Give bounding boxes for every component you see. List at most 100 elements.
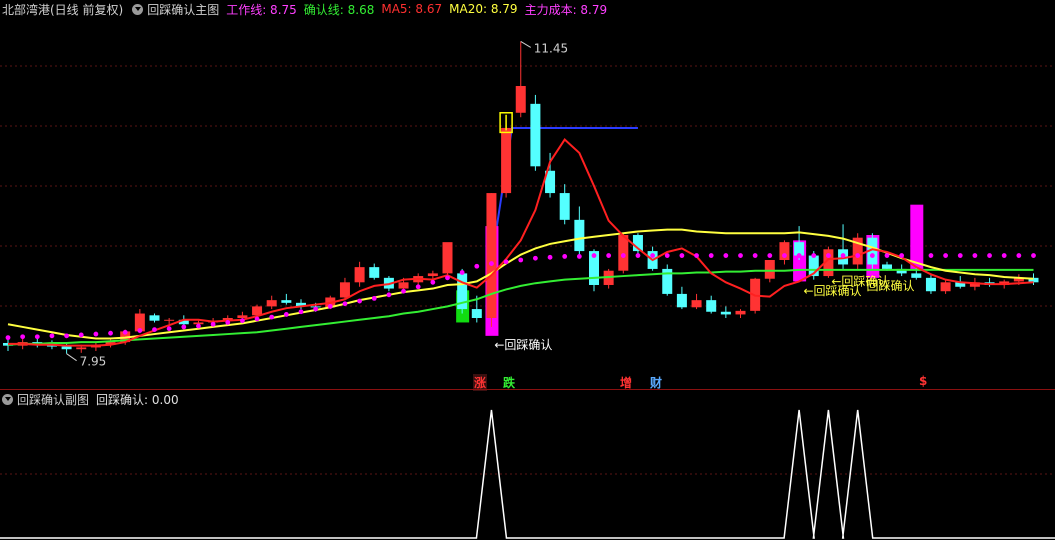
candlestick-chart[interactable]: 11.457.95←回踩确认←回踩确认←回踩确认回踩确认 — [0, 18, 1055, 388]
cost-dot — [283, 312, 289, 317]
indicator-dropdown-icon[interactable] — [132, 3, 144, 15]
low-price-label: 7.95 — [80, 355, 107, 369]
cost-dot — [664, 253, 670, 258]
cost-dot — [518, 257, 524, 263]
candle-body — [61, 346, 72, 350]
cost-dot — [166, 326, 172, 332]
stock-title: 北部湾港(日线 前复权) — [2, 2, 124, 17]
candle-body — [764, 260, 775, 279]
candle-body — [369, 267, 380, 278]
candle-body — [530, 103, 541, 167]
cost-dot — [357, 298, 362, 304]
cost-dot — [1001, 253, 1007, 258]
cost-dot — [576, 254, 582, 259]
cost-dot — [401, 288, 406, 294]
candle-body — [706, 300, 717, 312]
high-price-label: 11.45 — [534, 41, 568, 55]
candle-body — [501, 127, 512, 194]
sub-indicator-name[interactable]: 回踩确认副图 — [17, 391, 89, 408]
candle-body — [486, 193, 497, 318]
sub-indicator-chart[interactable] — [0, 408, 1055, 540]
cost-dot — [415, 284, 421, 290]
high-pointer — [520, 40, 532, 48]
cost-dot — [708, 253, 714, 258]
cost-dot — [503, 259, 509, 265]
candle-body — [237, 315, 248, 318]
candle-body — [691, 300, 702, 308]
cost-dot — [371, 295, 377, 301]
cost-dot — [474, 263, 480, 269]
cost-dot — [972, 253, 978, 258]
candle-body — [76, 347, 87, 350]
cost-dot — [181, 324, 187, 330]
ma5-line — [8, 138, 1034, 347]
cost-dot — [20, 334, 26, 340]
candle-body — [618, 235, 629, 271]
indicator-name[interactable]: 回踩确认主图 — [147, 1, 219, 18]
callout-label: 回踩确认 — [866, 279, 914, 293]
candle-body — [266, 300, 277, 307]
cost-dot — [93, 331, 99, 337]
mark-dollar: $ — [919, 374, 928, 388]
cost-dot — [943, 253, 948, 258]
cost-dot — [313, 306, 319, 312]
ma5-value: MA5: 8.67 — [381, 2, 443, 16]
candle-body — [559, 193, 570, 220]
cost-dot — [430, 279, 436, 285]
callout-label: ←回踩确认 — [494, 338, 552, 352]
sub-chart-header: 回踩确认副图 回踩确认: 0.00 — [0, 390, 186, 408]
cost-dot — [591, 253, 597, 258]
cost-dot — [445, 275, 450, 281]
cost-dot — [723, 253, 729, 258]
cost-dot — [782, 253, 787, 258]
candle-body — [252, 306, 263, 316]
cost-dot — [269, 314, 275, 320]
candle-body — [925, 277, 936, 292]
cost-dot — [957, 253, 963, 258]
ma20-value: MA20: 8.79 — [449, 2, 518, 16]
cost-dot — [298, 309, 304, 315]
cost-dot — [840, 253, 846, 258]
cost-dot — [987, 253, 992, 258]
work-line-value: 工作线: 8.75 — [226, 2, 297, 17]
cost-dot — [869, 253, 875, 258]
cost-dot — [137, 328, 143, 333]
cost-dot — [459, 270, 465, 275]
cost-dot — [606, 253, 612, 258]
sub-indicator-dropdown-icon[interactable] — [2, 393, 13, 405]
cost-dot — [752, 253, 758, 258]
cost-dot — [1031, 253, 1036, 258]
cost-dot — [122, 329, 128, 335]
cost-dot — [386, 292, 392, 298]
candle-body — [398, 282, 409, 289]
candle-body — [442, 242, 453, 274]
candle-body — [164, 319, 175, 321]
cost-dot — [225, 320, 231, 325]
candle-body — [735, 310, 746, 315]
cost-dot — [913, 253, 919, 258]
confirm-line-value: 确认线: 8.68 — [303, 2, 375, 17]
cost-dot — [240, 318, 245, 324]
cost-dot — [210, 321, 216, 327]
candle-body — [940, 282, 951, 292]
cost-dot — [342, 301, 348, 307]
cost-dot — [108, 330, 113, 336]
candle-body — [515, 86, 526, 113]
main-cost-value: 主力成本: 8.79 — [524, 2, 608, 17]
cost-dot — [1016, 253, 1022, 258]
candle-body — [911, 273, 922, 278]
cost-dot — [767, 253, 773, 258]
cost-dot — [650, 253, 655, 258]
cost-dot — [899, 253, 905, 258]
cost-dot — [738, 253, 743, 258]
candle-body — [720, 311, 731, 315]
cost-dot — [152, 327, 157, 332]
cost-dot — [547, 254, 553, 260]
cost-dot — [562, 254, 568, 259]
cost-dot — [196, 323, 201, 329]
candle-body — [427, 273, 438, 277]
main-chart-header: 北部湾港(日线 前复权) 回踩确认主图 工作线: 8.75 确认线: 8.68 … — [0, 0, 614, 18]
cost-dot — [327, 304, 333, 309]
cost-dot — [254, 316, 260, 322]
cost-dot — [928, 253, 934, 258]
